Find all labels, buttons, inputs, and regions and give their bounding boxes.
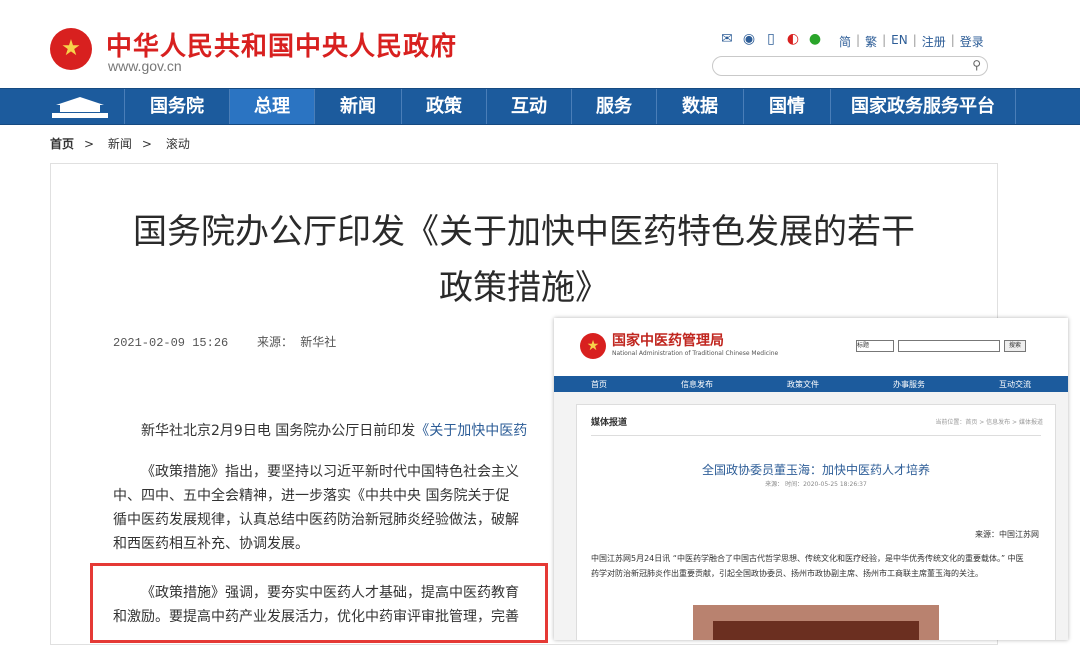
top-icon-bar: ✉ ◉ ▯ ◐ ● xyxy=(718,31,824,47)
mail-icon[interactable]: ✉ xyxy=(718,31,736,47)
highlight-box xyxy=(90,563,548,643)
search-icon[interactable]: ⚲ xyxy=(972,58,981,72)
overlay-search-select[interactable]: 标题 xyxy=(856,340,894,352)
national-emblem-icon[interactable]: ★ xyxy=(50,28,92,70)
top-links: 简 | 繁 | EN | 注册 | 登录 xyxy=(834,33,989,50)
policy-link[interactable]: 《关于加快中医药 xyxy=(415,423,527,439)
overlay-nav-interaction[interactable]: 互动交流 xyxy=(999,379,1031,390)
breadcrumb-home[interactable]: 首页 xyxy=(50,137,74,151)
overlay-nav-policy[interactable]: 政策文件 xyxy=(787,379,819,390)
overlay-nav: 首页 信息发布 政策文件 办事服务 互动交流 xyxy=(554,376,1068,392)
link-login[interactable]: 登录 xyxy=(955,33,989,50)
chat-icon[interactable]: ◉ xyxy=(740,31,758,47)
wechat-icon[interactable]: ● xyxy=(806,31,824,47)
weibo-icon[interactable]: ◐ xyxy=(784,31,802,47)
overlay-nav-home[interactable]: 首页 xyxy=(591,379,607,390)
overlay-header: ★ 国家中医药管理局 National Administration of Tr… xyxy=(554,318,1068,366)
overlay-article-meta: 来源： 时间：2020-05-25 18:26:37 xyxy=(765,481,867,488)
link-simplified[interactable]: 简 xyxy=(834,33,856,50)
link-traditional[interactable]: 繁 xyxy=(860,33,882,50)
breadcrumb-news[interactable]: 新闻 xyxy=(108,137,132,151)
overlay-org-en: National Administration of Traditional C… xyxy=(612,350,779,357)
mobile-icon[interactable]: ▯ xyxy=(762,31,780,47)
nav-item-state-council[interactable]: 国务院 xyxy=(124,89,229,124)
overlay-org-name: 国家中医药管理局 xyxy=(612,333,724,349)
overlay-photo xyxy=(693,605,939,640)
nav-item-policy[interactable]: 政策 xyxy=(401,89,486,124)
search-input[interactable]: ⚲ xyxy=(712,56,988,76)
article-source-label: 来源： xyxy=(257,335,294,349)
overlay-search-input[interactable] xyxy=(898,340,1000,352)
nav-item-premier[interactable]: 总理 xyxy=(229,89,314,124)
emblem-icon: ★ xyxy=(580,333,606,359)
embedded-screenshot: ★ 国家中医药管理局 National Administration of Tr… xyxy=(554,318,1068,640)
nav-item-data[interactable]: 数据 xyxy=(656,89,743,124)
nav-item-news[interactable]: 新闻 xyxy=(314,89,401,124)
overlay-article-title: 全国政协委员董玉海：加快中医药人才培养 xyxy=(701,463,930,477)
site-header: ★ 中华人民共和国中央人民政府 www.gov.cn ✉ ◉ ▯ ◐ ● 简 | … xyxy=(0,0,1080,88)
article-source: 新华社 xyxy=(300,335,337,349)
overlay-search-button[interactable]: 搜索 xyxy=(1004,340,1026,352)
tiananmen-icon[interactable] xyxy=(46,93,114,119)
breadcrumb: 首页 > 新闻 > 滚动 xyxy=(50,137,190,151)
overlay-section-title: 媒体报道 xyxy=(591,418,628,428)
nav-item-interaction[interactable]: 互动 xyxy=(486,89,571,124)
article-title: 国务院办公厅印发《关于加快中医药特色发展的若干 政策措施》 xyxy=(133,212,915,308)
site-url: www.gov.cn xyxy=(108,58,182,74)
link-register[interactable]: 注册 xyxy=(917,33,951,50)
article-date: 2021-02-09 15:26 xyxy=(113,336,229,350)
overlay-nav-info[interactable]: 信息发布 xyxy=(681,379,713,390)
overlay-breadcrumb[interactable]: 当前位置：首页 > 信息发布 > 媒体报道 xyxy=(935,417,1043,426)
nav-item-gov-service-platform[interactable]: 国家政务服务平台 xyxy=(830,89,1016,124)
main-nav: 国务院 总理 新闻 政策 互动 服务 数据 国情 国家政务服务平台 xyxy=(0,88,1080,125)
overlay-source: 来源：中国江苏网 xyxy=(975,530,1039,539)
article-paragraph-1: 新华社北京2月9日电 国务院办公厅日前印发《关于加快中医药 xyxy=(141,423,528,439)
breadcrumb-scroll[interactable]: 滚动 xyxy=(166,137,190,151)
nav-item-national-info[interactable]: 国情 xyxy=(743,89,830,124)
overlay-nav-service[interactable]: 办事服务 xyxy=(893,379,925,390)
article-paragraph-2: 《政策措施》指出，要坚持以习近平新时代中国特色社会主义 中、四中、五中全会精神，… xyxy=(113,464,519,552)
overlay-article: 媒体报道 当前位置：首页 > 信息发布 > 媒体报道 全国政协委员董玉海：加快中… xyxy=(576,404,1056,640)
nav-item-service[interactable]: 服务 xyxy=(571,89,656,124)
overlay-divider xyxy=(591,435,1041,436)
overlay-body: 中国江苏网5月24日讯 “中医药学融合了中国古代哲学思想、传统文化和医疗经验，是… xyxy=(591,554,1024,578)
article-meta: 2021-02-09 15:26 来源： 新华社 xyxy=(113,333,336,350)
link-english[interactable]: EN xyxy=(886,33,913,50)
